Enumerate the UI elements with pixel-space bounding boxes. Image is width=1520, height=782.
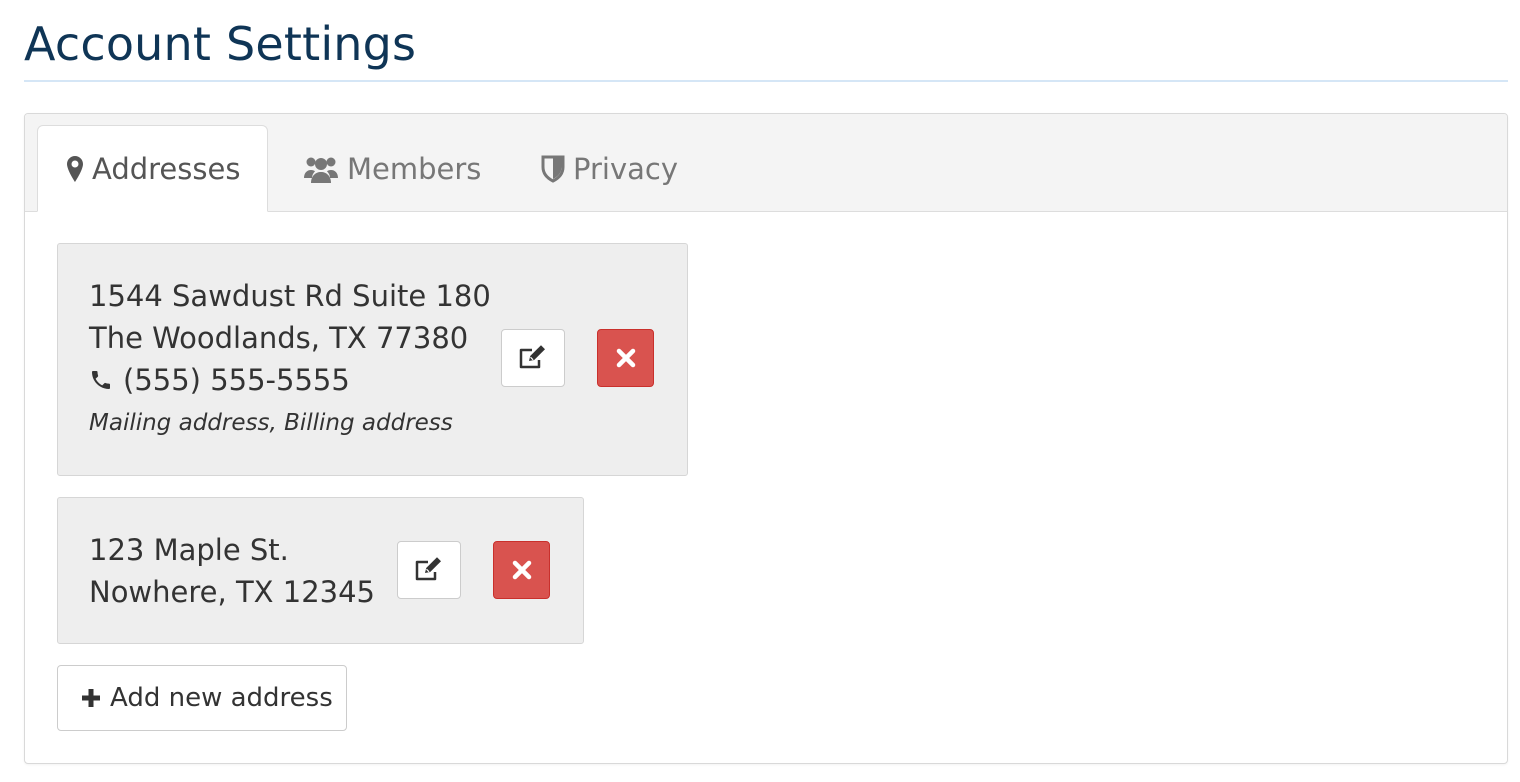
tab-bar: Addresses Members Privacy xyxy=(25,114,1507,212)
address-phone: (555) 555-5555 xyxy=(89,362,350,398)
address-card: 1544 Sawdust Rd Suite 180 The Woodlands,… xyxy=(57,243,688,476)
edit-address-button[interactable] xyxy=(397,541,461,599)
plus-icon xyxy=(80,687,102,709)
add-address-button[interactable]: Add new address xyxy=(57,665,347,731)
shield-icon xyxy=(541,155,565,183)
settings-panel: Addresses Members Privacy 1544 Sawdust R… xyxy=(24,113,1508,764)
tab-addresses-label: Addresses xyxy=(92,151,241,186)
add-address-label: Add new address xyxy=(110,683,333,713)
tab-privacy-label: Privacy xyxy=(573,151,678,186)
address-card: 123 Maple St. Nowhere, TX 12345 xyxy=(57,497,584,644)
close-icon xyxy=(615,347,637,369)
title-divider xyxy=(24,80,1508,82)
address-line1: 1544 Sawdust Rd Suite 180 xyxy=(89,279,491,313)
map-marker-icon xyxy=(66,155,84,183)
address-line2: Nowhere, TX 12345 xyxy=(89,575,375,609)
delete-address-button[interactable] xyxy=(493,541,550,599)
edit-address-button[interactable] xyxy=(501,329,565,387)
close-icon xyxy=(511,559,533,581)
page-title: Account Settings xyxy=(24,17,417,71)
tab-members[interactable]: Members xyxy=(303,125,503,212)
tab-members-label: Members xyxy=(347,151,482,186)
edit-icon xyxy=(517,344,549,372)
address-line2: The Woodlands, TX 77380 xyxy=(89,321,469,355)
users-icon xyxy=(303,154,339,184)
phone-number: (555) 555-5555 xyxy=(123,363,350,397)
address-tags: Mailing address, Billing address xyxy=(89,410,453,436)
edit-icon xyxy=(413,556,445,584)
tab-addresses[interactable]: Addresses xyxy=(37,125,268,212)
delete-address-button[interactable] xyxy=(597,329,654,387)
phone-icon xyxy=(89,368,113,392)
tab-privacy[interactable]: Privacy xyxy=(541,125,721,212)
address-line1: 123 Maple St. xyxy=(89,533,289,567)
